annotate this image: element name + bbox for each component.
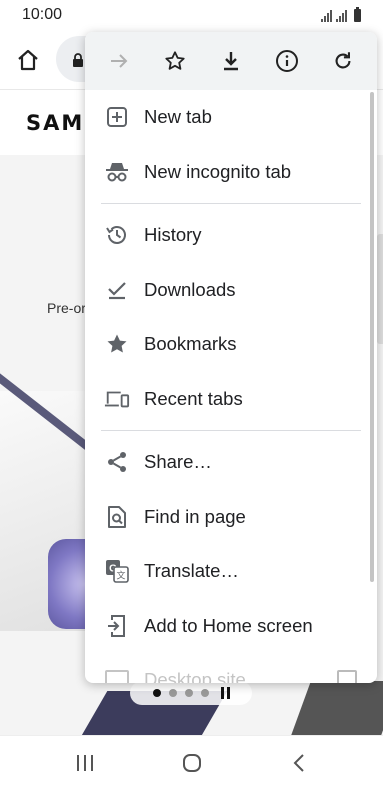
- info-icon: [276, 50, 298, 72]
- menu-item-translate[interactable]: G文 Translate…: [85, 544, 377, 599]
- incognito-icon: [104, 159, 130, 185]
- menu-list: New tab New incognito tab History Downlo…: [85, 90, 377, 683]
- find-in-page-icon: [104, 504, 130, 530]
- lock-icon: [73, 53, 83, 67]
- forward-button[interactable]: [99, 41, 139, 81]
- menu-item-label: History: [144, 224, 202, 246]
- menu-item-label: Share…: [144, 451, 212, 473]
- home-circle-icon: [183, 754, 201, 772]
- carousel-controls: [130, 681, 252, 705]
- status-bar: 10:00: [0, 0, 383, 30]
- desktop-icon: [104, 667, 130, 683]
- menu-item-add-to-home-screen[interactable]: Add to Home screen: [85, 599, 377, 654]
- wifi-signal-icon: [321, 10, 332, 22]
- menu-item-label: New tab: [144, 106, 212, 128]
- home-nav-button[interactable]: [172, 748, 212, 778]
- overflow-menu: New tab New incognito tab History Downlo…: [85, 32, 377, 683]
- side-panel-handle[interactable]: [377, 234, 383, 344]
- menu-item-find-in-page[interactable]: Find in page: [85, 490, 377, 545]
- menu-action-row: [85, 32, 377, 90]
- menu-item-share[interactable]: Share…: [85, 435, 377, 490]
- download-icon: [224, 52, 238, 71]
- devices-icon: [104, 386, 130, 412]
- home-icon: [18, 49, 38, 71]
- carousel-dot[interactable]: [200, 689, 209, 697]
- menu-item-label: Add to Home screen: [144, 614, 313, 636]
- menu-scrollbar[interactable]: [370, 92, 374, 582]
- menu-divider: [101, 430, 361, 431]
- battery-icon: [354, 7, 361, 22]
- svg-text:文: 文: [116, 570, 125, 582]
- desktop-site-checkbox[interactable]: [337, 670, 357, 683]
- menu-item-recent-tabs[interactable]: Recent tabs: [85, 372, 377, 427]
- bookmark-page-button[interactable]: [155, 41, 195, 81]
- menu-item-history[interactable]: History: [85, 208, 377, 263]
- menu-item-label: Translate…: [144, 560, 239, 582]
- status-time: 10:00: [22, 6, 63, 23]
- cell-signal-icon: [336, 10, 347, 22]
- star-icon: [104, 331, 130, 357]
- menu-divider: [101, 203, 361, 204]
- hero-shape: [289, 681, 383, 735]
- translate-icon: G文: [104, 558, 130, 584]
- new-tab-icon: [104, 104, 130, 130]
- reload-button[interactable]: [323, 41, 363, 81]
- recent-apps-button[interactable]: [65, 748, 105, 778]
- add-to-home-icon: [104, 613, 130, 639]
- carousel-dot[interactable]: [184, 689, 193, 697]
- history-icon: [104, 222, 130, 248]
- carousel-dot[interactable]: [152, 689, 161, 697]
- menu-item-label: Desktop site: [144, 669, 246, 683]
- status-icons: [321, 7, 361, 22]
- menu-item-label: New incognito tab: [144, 160, 292, 182]
- menu-item-new-tab[interactable]: New tab: [85, 90, 377, 145]
- recent-apps-icon: [77, 755, 93, 771]
- downloads-check-icon: [104, 277, 130, 303]
- menu-item-new-incognito-tab[interactable]: New incognito tab: [85, 145, 377, 200]
- pause-icon[interactable]: [220, 687, 230, 699]
- menu-item-label: Recent tabs: [144, 387, 243, 409]
- share-icon: [104, 449, 130, 475]
- menu-item-downloads[interactable]: Downloads: [85, 263, 377, 318]
- menu-item-desktop-site[interactable]: Desktop site: [85, 653, 377, 683]
- system-navigation-bar: [0, 735, 383, 788]
- download-page-button[interactable]: [211, 41, 251, 81]
- back-button[interactable]: [279, 748, 319, 778]
- back-icon: [293, 754, 304, 772]
- bookmark-star-icon: [165, 51, 185, 70]
- menu-item-label: Bookmarks: [144, 333, 237, 355]
- refresh-icon: [335, 52, 351, 69]
- forward-icon: [111, 54, 128, 68]
- page-info-button[interactable]: [267, 41, 307, 81]
- home-button[interactable]: [12, 44, 44, 76]
- menu-item-bookmarks[interactable]: Bookmarks: [85, 317, 377, 372]
- menu-item-label: Downloads: [144, 278, 236, 300]
- menu-item-label: Find in page: [144, 505, 246, 527]
- carousel-dot[interactable]: [168, 689, 177, 697]
- preorder-text: Pre-or: [47, 300, 86, 316]
